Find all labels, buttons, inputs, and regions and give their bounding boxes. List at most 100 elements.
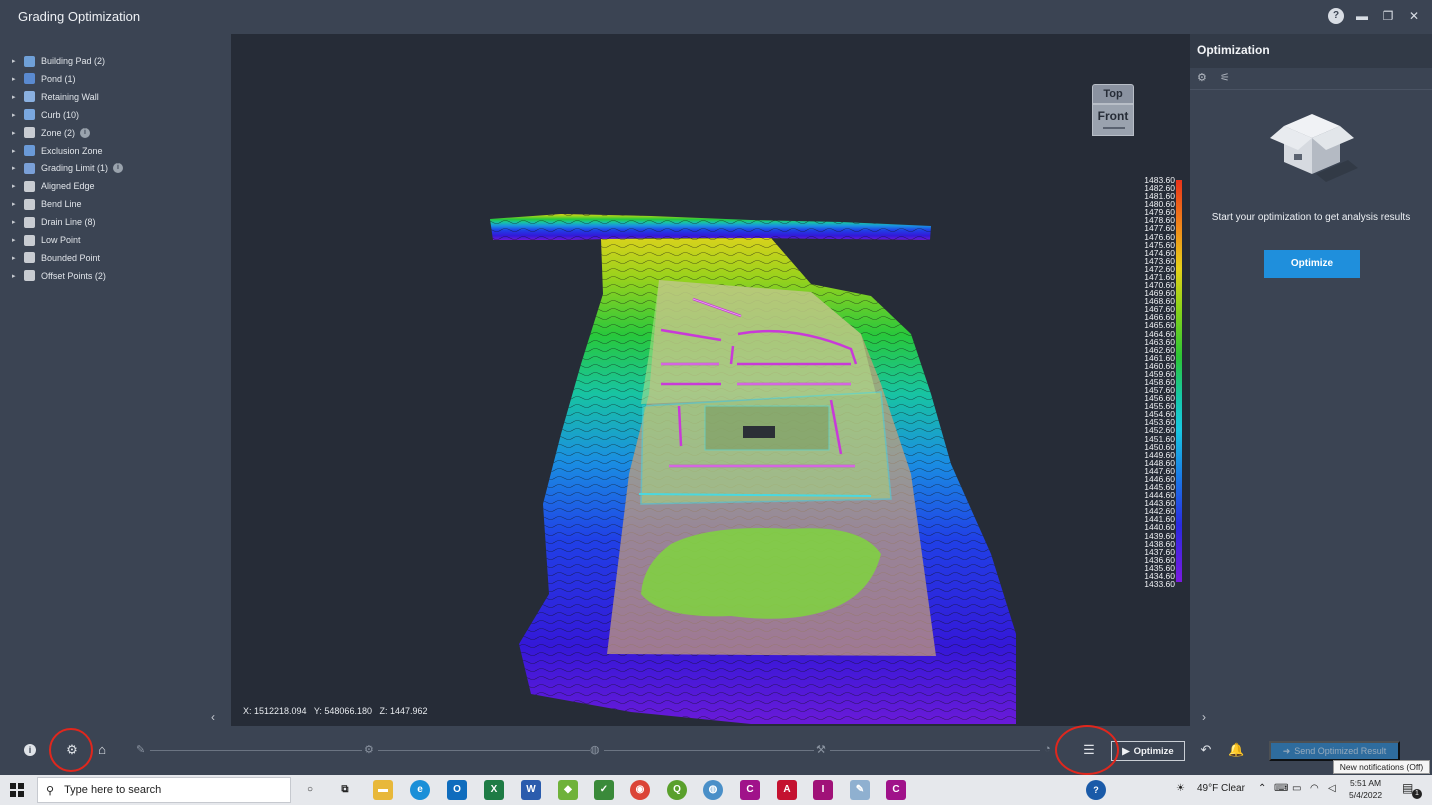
undo-icon[interactable]: ↶ — [1198, 742, 1214, 758]
tree-item[interactable]: ▸ Grading Limit (1) i — [12, 160, 124, 176]
collapse-left-panel-icon[interactable]: ‹ — [211, 710, 215, 724]
taskbar-search-box[interactable]: ⚲ Type here to search — [37, 777, 291, 803]
view-cube-edge — [1103, 127, 1125, 129]
bell-icon[interactable]: 🔔 — [1228, 742, 1244, 758]
infraworks-icon[interactable]: I — [813, 780, 833, 800]
volume-icon[interactable]: ◁ — [1328, 783, 1336, 794]
expand-caret-icon[interactable]: ▸ — [12, 218, 22, 226]
notifications-tooltip: New notifications (Off) — [1333, 760, 1430, 774]
annotation-circle-settings — [49, 728, 93, 772]
task-view-icon[interactable]: ⧉ — [335, 780, 355, 800]
building-pad-icon — [24, 55, 35, 67]
play-icon: ▶ — [1122, 745, 1130, 757]
paint-icon[interactable]: ✎ — [850, 780, 870, 800]
restore-icon[interactable]: ❐ — [1380, 8, 1396, 24]
collapse-right-panel-icon[interactable]: › — [1202, 710, 1206, 724]
tree-item[interactable]: ▸ Aligned Edge — [12, 178, 95, 194]
notification-app-icon[interactable]: ? — [1086, 780, 1106, 800]
bottom-toolbar: i ⚙ ⌂ ✎ ⚙ ◍ ⚒ ◔ ☰ ▶ Optimize ↶ 🔔 ➜ Send … — [0, 726, 1432, 774]
autocad-icon[interactable]: A — [777, 780, 797, 800]
excel-icon[interactable]: X — [484, 780, 504, 800]
tree-item[interactable]: ▸ Bend Line — [12, 196, 82, 212]
tree-item-label: Low Point — [41, 235, 81, 245]
terrain-model — [490, 214, 1016, 724]
globe-app-icon[interactable]: ◍ — [703, 780, 723, 800]
expand-caret-icon[interactable]: ▸ — [12, 75, 22, 83]
info-icon[interactable]: i — [113, 163, 124, 174]
app-window: Grading Optimization ? ▬ ❐ ✕ ▸ Building P… — [0, 0, 1432, 805]
send-optimized-result-button[interactable]: ➜ Send Optimized Result — [1269, 741, 1400, 761]
edge-icon[interactable]: e — [410, 780, 430, 800]
grading-limit-icon — [24, 162, 35, 174]
file-explorer-icon[interactable]: ▬ — [373, 780, 393, 800]
expand-caret-icon[interactable]: ▸ — [12, 272, 22, 280]
expand-caret-icon[interactable]: ▸ — [12, 57, 22, 65]
expand-caret-icon[interactable]: ▸ — [12, 164, 22, 172]
tree-item-label: Offset Points (2) — [41, 270, 106, 281]
tree-item[interactable]: ▸ Curb (10) — [12, 107, 79, 123]
workflow-globe-icon[interactable]: ◍ — [590, 743, 600, 756]
workflow-wrench-icon[interactable]: ⚒ — [816, 743, 826, 756]
tree-item[interactable]: ▸ Offset Points (2) — [12, 268, 106, 284]
toolbar-optimize-label: Optimize — [1133, 745, 1174, 757]
expand-caret-icon[interactable]: ▸ — [12, 129, 22, 137]
expand-caret-icon[interactable]: ▸ — [12, 182, 22, 190]
elevation-scale-label: 1433.60 — [1144, 579, 1175, 589]
minimize-icon[interactable]: ▬ — [1354, 8, 1370, 24]
cortana-icon[interactable]: ○ — [300, 780, 320, 800]
expand-caret-icon[interactable]: ▸ — [12, 93, 22, 101]
network-icon[interactable]: ▭ — [1292, 783, 1301, 794]
expand-caret-icon[interactable]: ▸ — [12, 200, 22, 208]
civil3d-icon[interactable]: C — [740, 780, 760, 800]
keyboard-icon[interactable]: ⌨ — [1274, 783, 1288, 794]
panel-optimize-button[interactable]: Optimize — [1264, 250, 1360, 278]
app-green-icon[interactable]: ◆ — [558, 780, 578, 800]
search-icon: ⚲ — [46, 784, 55, 797]
chrome-icon[interactable]: ◉ — [630, 780, 650, 800]
home-settings-icon[interactable]: ⌂ — [94, 742, 110, 758]
view-cube-top[interactable]: Top — [1092, 84, 1134, 104]
show-hidden-icons-icon[interactable]: ⌃ — [1258, 783, 1266, 794]
word-icon[interactable]: W — [521, 780, 541, 800]
expand-caret-icon[interactable]: ▸ — [12, 236, 22, 244]
view-cube[interactable]: Top Front — [1092, 84, 1134, 136]
tree-item[interactable]: ▸ Bounded Point — [12, 250, 100, 266]
outlook-icon[interactable]: O — [447, 780, 467, 800]
weather-text[interactable]: 49°F Clear — [1197, 783, 1245, 794]
tree-item[interactable]: ▸ Pond (1) — [12, 71, 76, 87]
tree-item-label: Zone (2) — [41, 127, 76, 138]
3d-viewport[interactable]: Top Front 1483.60 1482.60 1481.60 1480.60 14… — [231, 34, 1190, 726]
tree-item[interactable]: ▸ Zone (2) i — [12, 125, 91, 141]
tree-item-label: Bounded Point — [41, 252, 101, 263]
toolbar-optimize-button[interactable]: ▶ Optimize — [1111, 741, 1185, 761]
taskbar-clock[interactable]: 5:51 AM 5/4/2022 — [1349, 777, 1382, 801]
info-icon[interactable]: i — [24, 744, 36, 756]
wifi-icon[interactable]: ◠ — [1310, 783, 1319, 794]
info-icon[interactable]: i — [80, 127, 91, 138]
optimization-panel: Optimization ⚙ ⚟ Start your optimization… — [1190, 34, 1432, 726]
expand-caret-icon[interactable]: ▸ — [12, 111, 22, 119]
bounded-point-icon — [24, 252, 35, 264]
expand-caret-icon[interactable]: ▸ — [12, 147, 22, 155]
workflow-start-icon[interactable]: ✎ — [136, 743, 145, 756]
workflow-settings-icon[interactable]: ⚙ — [364, 743, 374, 756]
expand-caret-icon[interactable]: ▸ — [12, 254, 22, 262]
tree-item[interactable]: ▸ Low Point — [12, 232, 81, 248]
aligned-edge-icon — [24, 180, 35, 192]
windows-start-icon[interactable] — [10, 783, 24, 797]
tree-item[interactable]: ▸ Retaining Wall — [12, 89, 99, 105]
close-icon[interactable]: ✕ — [1406, 8, 1422, 24]
workflow-gauge-icon[interactable]: ◔ — [1044, 743, 1051, 755]
help-icon[interactable]: ? — [1328, 8, 1344, 24]
civil3d-active-icon[interactable]: C — [886, 780, 906, 800]
tree-item[interactable]: ▸ Drain Line (8) — [12, 214, 96, 230]
tree-item[interactable]: ▸ Building Pad (2) — [12, 53, 105, 69]
tree-item[interactable]: ▸ Exclusion Zone — [12, 143, 103, 159]
app-chart-icon[interactable]: ✓ — [594, 780, 614, 800]
settings-tab-icon[interactable]: ⚟ — [1220, 71, 1230, 84]
qgis-icon[interactable]: Q — [667, 780, 687, 800]
tree-item-label: Aligned Edge — [41, 181, 95, 192]
results-tab-icon[interactable]: ⚙ — [1197, 71, 1207, 84]
window-title: Grading Optimization — [18, 9, 141, 24]
view-cube-front[interactable]: Front — [1092, 104, 1134, 136]
